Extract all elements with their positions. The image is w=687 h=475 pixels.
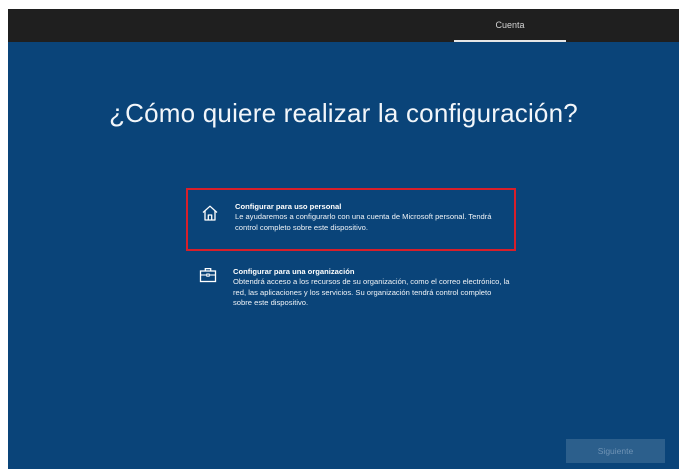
option-personal-description: Le ayudaremos a configurarlo con una cue… [235,212,492,232]
briefcase-icon [199,267,217,283]
option-personal-title: Configurar para uso personal [235,202,342,211]
tab-label: Cuenta [495,20,525,30]
top-bar: Cuenta [8,9,679,42]
next-button[interactable]: Siguiente [566,439,665,463]
option-organization-text: Configurar para una organización Obtendr… [233,267,511,309]
option-organization-title: Configurar para una organización [233,267,355,276]
option-organization[interactable]: Configurar para una organización Obtendr… [186,264,516,354]
option-personal-use[interactable]: Configurar para uso personal Le ayudarem… [186,188,516,251]
page-title: ¿Cómo quiere realizar la configuración? [109,98,578,128]
home-icon [202,205,218,221]
setup-window: Cuenta ¿Cómo quiere realizar la configur… [8,9,679,469]
tab-cuenta[interactable]: Cuenta [454,9,566,42]
option-organization-description: Obtendrá acceso a los recursos de su org… [233,277,510,308]
option-personal-text: Configurar para uso personal Le ayudarem… [235,202,513,233]
tab-active-indicator [454,40,566,42]
